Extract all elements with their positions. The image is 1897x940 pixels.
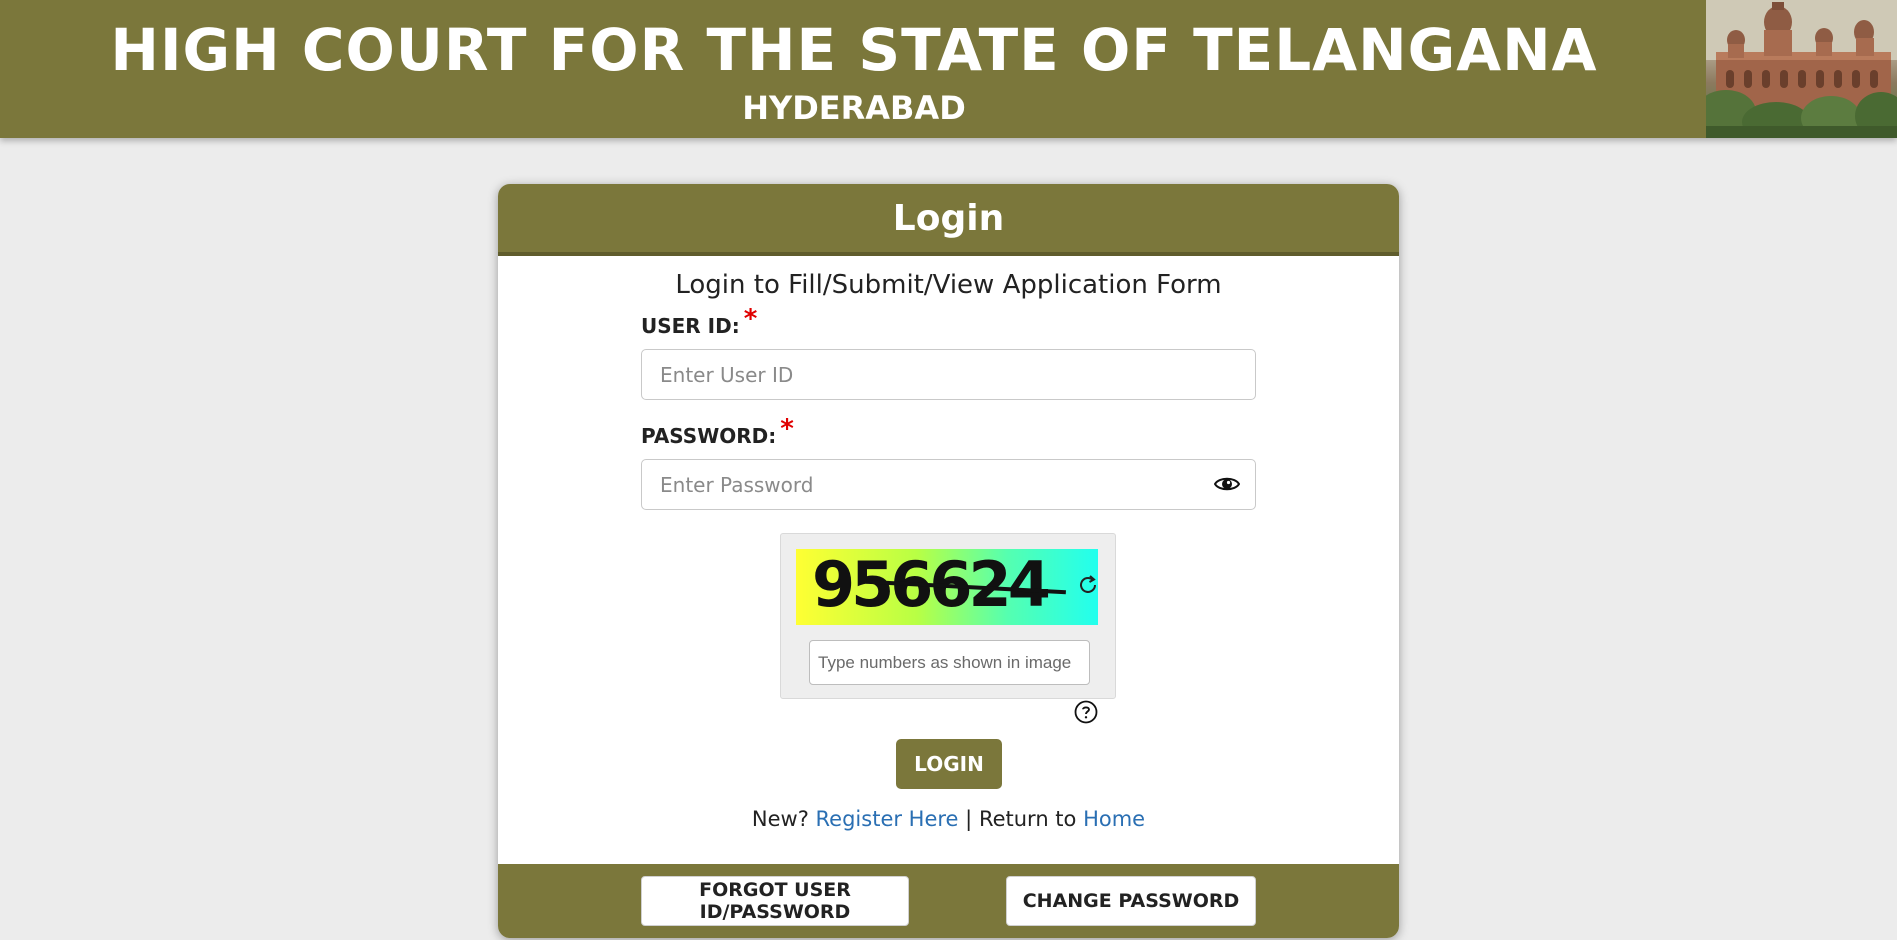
password-input[interactable]: [641, 459, 1256, 510]
captcha-input[interactable]: [809, 640, 1090, 685]
eye-icon[interactable]: [1213, 473, 1241, 495]
change-password-button[interactable]: CHANGE PASSWORD: [1006, 876, 1256, 926]
account-links: New? Register Here | Return to Home: [498, 804, 1399, 834]
required-marker: *: [743, 304, 758, 334]
login-button[interactable]: LOGIN: [896, 739, 1002, 789]
login-card: Login Login to Fill/Submit/View Applicat…: [498, 184, 1399, 938]
high-court-building-image: [1706, 0, 1897, 138]
question-circle-icon[interactable]: [1074, 700, 1098, 724]
login-subtitle: Login to Fill/Submit/View Application Fo…: [675, 270, 1222, 300]
login-card-header: Login: [498, 184, 1399, 256]
password-label: PASSWORD: *: [641, 416, 794, 449]
user-id-label: USER ID: *: [641, 306, 757, 339]
captcha-panel: 956624: [780, 533, 1116, 699]
login-card-footer: FORGOT USER ID/PASSWORD CHANGE PASSWORD: [498, 864, 1399, 938]
password-label-text: PASSWORD:: [641, 424, 777, 448]
refresh-icon[interactable]: [1076, 573, 1100, 597]
register-link[interactable]: Register Here: [816, 807, 959, 831]
banner-subtitle: HYDERABAD: [742, 89, 966, 127]
site-banner: HIGH COURT FOR THE STATE OF TELANGANA HY…: [0, 0, 1897, 138]
home-link[interactable]: Home: [1083, 807, 1145, 831]
new-user-text: New?: [751, 807, 809, 831]
user-id-label-text: USER ID:: [641, 314, 740, 338]
captcha-image: 956624: [796, 549, 1098, 625]
link-separator: |: [965, 807, 973, 831]
user-id-input[interactable]: [641, 349, 1256, 400]
banner-title: HIGH COURT FOR THE STATE OF TELANGANA: [110, 16, 1598, 84]
forgot-credentials-button[interactable]: FORGOT USER ID/PASSWORD: [641, 876, 909, 926]
return-to-text: Return to: [978, 807, 1077, 831]
required-marker: *: [780, 414, 794, 444]
